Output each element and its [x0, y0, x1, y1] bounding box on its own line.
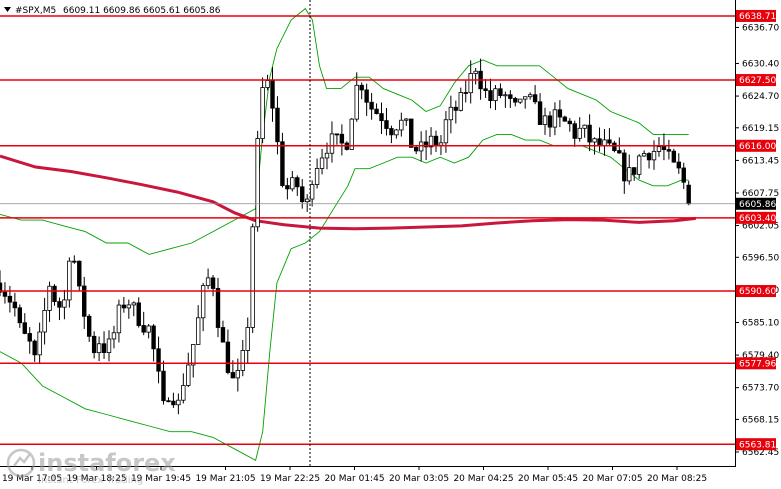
candle [260, 77, 265, 144]
svg-text:6616.00: 6616.00 [739, 142, 776, 152]
y-tick-label: 6613.45 [742, 156, 779, 166]
x-tick-label: 20 Mar 07:05 [582, 474, 642, 484]
candle [250, 223, 255, 334]
svg-text:6590.60: 6590.60 [739, 287, 776, 297]
candle [67, 257, 72, 308]
candle [409, 118, 414, 148]
svg-text:6603.40: 6603.40 [739, 214, 776, 224]
x-tick-label: 19 Mar 22:25 [260, 474, 320, 484]
y-tick-label: 6607.75 [742, 189, 779, 199]
price-axis: 6636.70 6630.40 6624.70 6619.15 6613.45 6607.… [735, 23, 779, 458]
level-price-tag: 6616.00 [736, 139, 776, 152]
chart-window: 6636.70 6630.40 6624.70 6619.15 6613.45 6607.… [0, 0, 781, 489]
x-tick-label: 19 Mar 21:05 [195, 474, 255, 484]
y-tick-label: 6585.10 [742, 318, 779, 328]
level-price-tag: 6603.40 [736, 211, 776, 224]
x-tick-label: 20 Mar 05:45 [518, 474, 578, 484]
y-tick-label: 6619.15 [742, 124, 779, 134]
y-tick-label: 6636.70 [742, 23, 779, 33]
current-price-tag: 6605.86 [736, 197, 776, 210]
y-tick-label: 6568.15 [742, 415, 779, 425]
svg-text:6627.50: 6627.50 [739, 76, 776, 86]
level-price-tag: 6563.81 [736, 438, 776, 450]
x-tick-label: 20 Mar 03:05 [389, 474, 449, 484]
plot-area [0, 0, 735, 466]
watermark-tagline: Instant Forex Trading [38, 475, 143, 486]
y-tick-label: 6596.50 [742, 253, 779, 263]
x-tick-label: 20 Mar 04:25 [453, 474, 513, 484]
level-price-tag: 6577.96 [736, 357, 776, 370]
candle [671, 148, 677, 163]
x-tick-label: 20 Mar 08:25 [647, 474, 707, 484]
y-tick-label: 6573.70 [742, 384, 779, 394]
chart-header: #SPX,M5 6609.11 6609.86 6605.61 6605.86 [4, 6, 221, 16]
level-price-tag: 6627.50 [736, 74, 776, 86]
x-tick-label: 20 Mar 01:45 [324, 474, 384, 484]
svg-text:6577.96: 6577.96 [739, 360, 776, 370]
watermark-brand: instaforex [38, 449, 176, 477]
y-tick-label: 6630.40 [742, 59, 779, 69]
candle [349, 117, 354, 150]
svg-text:6638.71: 6638.71 [739, 12, 776, 22]
y-tick-label: 6624.70 [742, 92, 779, 102]
symbol-label: #SPX,M5 [15, 6, 56, 16]
ohlc-readout: 6609.11 6609.86 6605.61 6605.86 [63, 6, 221, 16]
svg-text:6563.81: 6563.81 [739, 440, 776, 450]
price-chart[interactable]: 6636.70 6630.40 6624.70 6619.15 6613.45 6607.… [0, 0, 781, 489]
level-price-tag: 6590.60 [736, 285, 776, 297]
level-price-tag: 6638.71 [736, 9, 776, 22]
svg-text:6605.86: 6605.86 [739, 200, 776, 210]
